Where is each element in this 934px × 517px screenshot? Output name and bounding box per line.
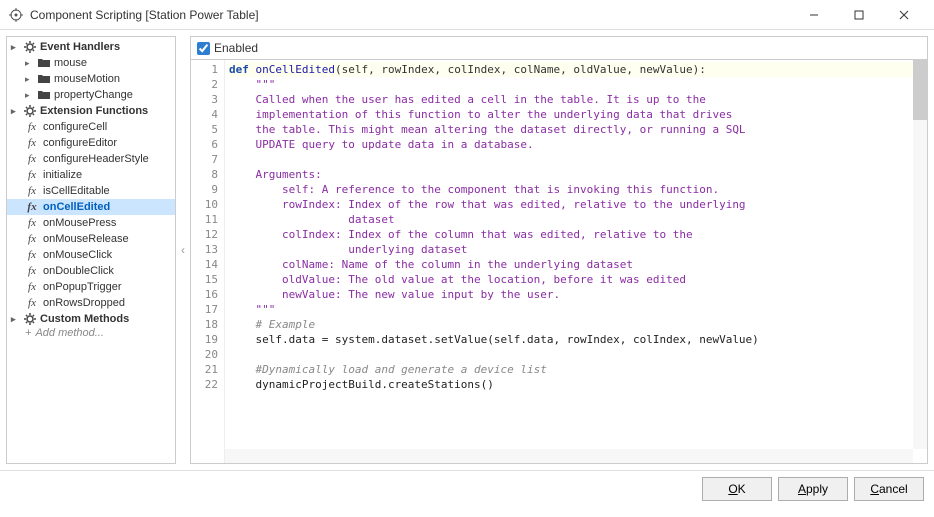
fx-icon: fx	[25, 201, 39, 213]
sidebar: ▸ Event Handlers ▸ mouse ▸ mouseMotion ▸ proper…	[6, 36, 176, 464]
apply-button[interactable]: Apply	[778, 477, 848, 501]
enabled-label[interactable]: Enabled	[214, 41, 258, 55]
tree-item-label: initialize	[43, 169, 82, 181]
tree-item-iscelleditable[interactable]: fx isCellEditable	[7, 183, 175, 199]
ok-button[interactable]: OK	[702, 477, 772, 501]
tree-item-label: configureEditor	[43, 137, 117, 149]
tree-item-onpopuptrigger[interactable]: fx onPopupTrigger	[7, 279, 175, 295]
tree-item-configureheaderstyle[interactable]: fx configureHeaderStyle	[7, 151, 175, 167]
tree-item-label: onMouseClick	[43, 249, 112, 261]
editor-panel: Enabled 12345678910111213141516171819202…	[190, 36, 928, 464]
folder-icon	[38, 74, 50, 84]
fx-icon: fx	[25, 137, 39, 149]
tree-item-propertychange[interactable]: ▸ propertyChange	[7, 87, 175, 103]
line-gutter: 12345678910111213141516171819202122	[191, 60, 225, 463]
tree-item-label: configureHeaderStyle	[43, 153, 149, 165]
code-area[interactable]: def onCellEdited(self, rowIndex, colInde…	[225, 60, 927, 463]
scrollbar-vertical[interactable]	[913, 60, 927, 449]
gear-icon	[24, 105, 36, 117]
chevron-right-icon: ▸	[11, 42, 20, 53]
close-button[interactable]	[881, 1, 926, 29]
tree-item-label: Custom Methods	[40, 313, 129, 325]
tree-item-custom-methods[interactable]: ▸ Custom Methods	[7, 311, 175, 327]
app-icon	[8, 7, 24, 23]
tree-item-configureeditor[interactable]: fx configureEditor	[7, 135, 175, 151]
tree-item-label: isCellEditable	[43, 185, 110, 197]
gear-icon	[24, 41, 36, 53]
tree-item-label: Extension Functions	[40, 105, 148, 117]
fx-icon: fx	[25, 153, 39, 165]
fx-icon: fx	[25, 121, 39, 133]
folder-icon	[38, 58, 50, 68]
tree-item-label: mouseMotion	[54, 73, 120, 85]
maximize-button[interactable]	[836, 1, 881, 29]
tree-item-mousemotion[interactable]: ▸ mouseMotion	[7, 71, 175, 87]
fx-icon: fx	[25, 217, 39, 229]
tree-item-initialize[interactable]: fx initialize	[7, 167, 175, 183]
gear-icon	[24, 313, 36, 325]
tree-item-mouse[interactable]: ▸ mouse	[7, 55, 175, 71]
minimize-button[interactable]	[791, 1, 836, 29]
tree-item-onmouserelease[interactable]: fx onMouseRelease	[7, 231, 175, 247]
titlebar: Component Scripting [Station Power Table…	[0, 0, 934, 30]
chevron-right-icon: ▸	[25, 74, 34, 85]
tree-item-label: onCellEdited	[43, 201, 110, 213]
tree-item-label: onPopupTrigger	[43, 281, 121, 293]
enabled-checkbox[interactable]	[197, 42, 210, 55]
chevron-right-icon: ▸	[11, 106, 20, 117]
tree-item-label: onRowsDropped	[43, 297, 125, 309]
window-title: Component Scripting [Station Power Table…	[30, 8, 791, 22]
scrollbar-horizontal[interactable]	[225, 449, 913, 463]
tree-item-extension-functions[interactable]: ▸ Extension Functions	[7, 103, 175, 119]
fx-icon: fx	[25, 169, 39, 181]
splitter[interactable]: ‹	[180, 36, 186, 464]
code-editor[interactable]: 12345678910111213141516171819202122 def …	[191, 59, 927, 463]
fx-icon: fx	[25, 265, 39, 277]
plus-icon: +	[25, 327, 31, 339]
tree-item-event-handlers[interactable]: ▸ Event Handlers	[7, 39, 175, 55]
tree-item-configurecell[interactable]: fx configureCell	[7, 119, 175, 135]
fx-icon: fx	[25, 281, 39, 293]
tree-item-label: onMouseRelease	[43, 233, 129, 245]
tree-item-label: Event Handlers	[40, 41, 120, 53]
fx-icon: fx	[25, 297, 39, 309]
chevron-right-icon: ▸	[11, 314, 20, 325]
footer: OK Apply Cancel	[0, 470, 934, 506]
fx-icon: fx	[25, 185, 39, 197]
tree-item-onmousepress[interactable]: fx onMousePress	[7, 215, 175, 231]
tree-item-label: configureCell	[43, 121, 107, 133]
tree-item-ondoubleclick[interactable]: fx onDoubleClick	[7, 263, 175, 279]
tree-item-label: mouse	[54, 57, 87, 69]
tree-item-label: onDoubleClick	[43, 265, 114, 277]
fx-icon: fx	[25, 249, 39, 261]
chevron-right-icon: ▸	[25, 58, 34, 69]
fx-icon: fx	[25, 233, 39, 245]
chevron-right-icon: ▸	[25, 90, 34, 101]
cancel-button[interactable]: Cancel	[854, 477, 924, 501]
folder-icon	[38, 90, 50, 100]
tree-item-label: propertyChange	[54, 89, 133, 101]
tree-item-onmouseclick[interactable]: fx onMouseClick	[7, 247, 175, 263]
tree-item-label: onMousePress	[43, 217, 116, 229]
tree-item-oncelledited[interactable]: fx onCellEdited	[7, 199, 175, 215]
add-method[interactable]: +Add method...	[7, 327, 175, 339]
tree-item-onrowsdropped[interactable]: fx onRowsDropped	[7, 295, 175, 311]
